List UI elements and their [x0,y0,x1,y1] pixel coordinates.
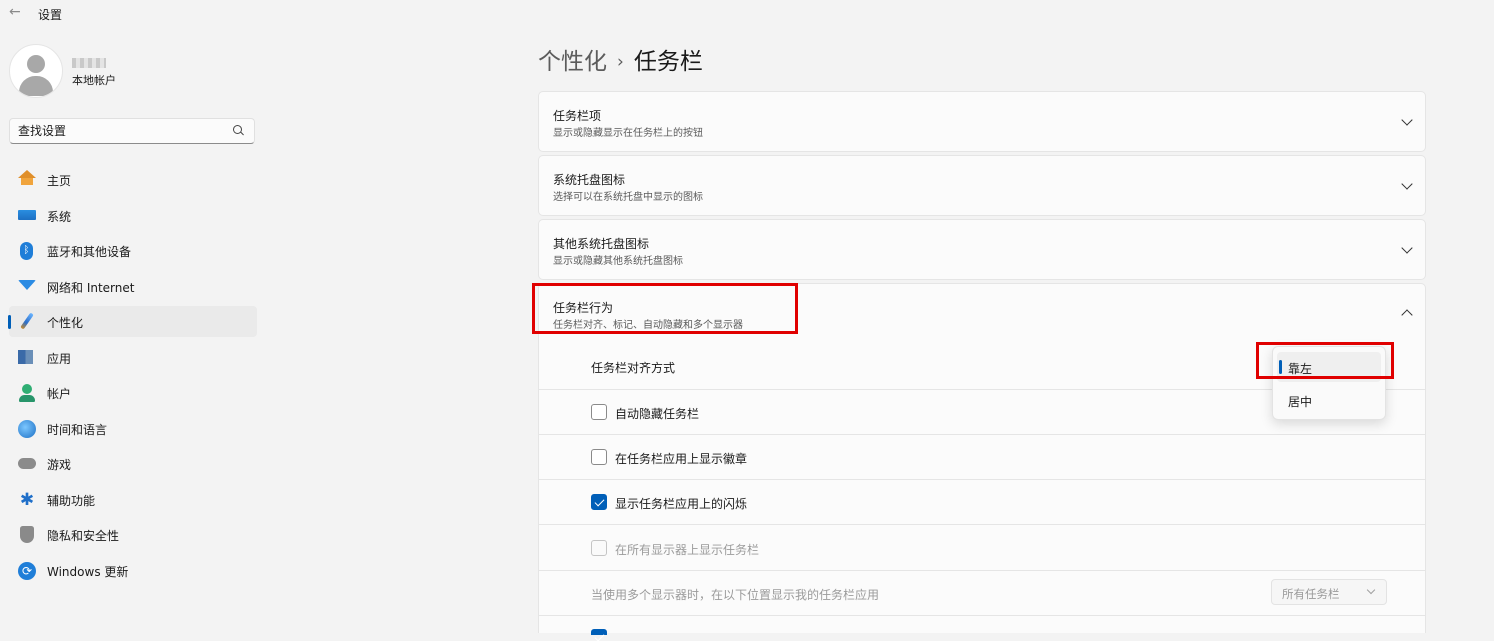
alignment-label: 任务栏对齐方式 [591,361,676,375]
bluetooth-icon: ᛒ [20,242,33,260]
sidebar-nav: 主页 系统 ᛒ 蓝牙和其他设备 网络和 Internet 个性化 应用 帐户 时… [8,164,257,590]
option-label: 靠左 [1288,362,1313,376]
multi-display-label: 当使用多个显示器时，在以下位置显示我的任务栏应用 [591,588,880,602]
all-displays-label: 在所有显示器上显示任务栏 [615,543,760,557]
flashing-label: 显示任务栏应用上的闪烁 [615,497,748,511]
flashing-checkbox[interactable] [591,494,607,510]
chevron-down-icon [1366,585,1376,595]
home-icon [18,170,36,185]
card-taskbar-items[interactable]: 任务栏项 显示或隐藏显示在任务栏上的按钮 [538,91,1426,152]
sidebar-item-label: 蓝牙和其他设备 [47,245,132,259]
sidebar-item-label: Windows 更新 [47,564,129,579]
sidebar-item-label: 帐户 [47,387,72,401]
chevron-up-icon [1401,309,1413,321]
card-system-tray-icons[interactable]: 系统托盘图标 选择可以在系统托盘中显示的图标 [538,155,1426,216]
card-subtitle: 显示或隐藏显示在任务栏上的按钮 [553,128,703,139]
card-other-tray-icons[interactable]: 其他系统托盘图标 显示或隐藏其他系统托盘图标 [538,219,1426,280]
breadcrumb-parent[interactable]: 个性化 [538,49,607,75]
chevron-down-icon [1401,242,1413,254]
sidebar-item-accounts[interactable]: 帐户 [9,377,257,408]
card-title: 任务栏行为 [553,301,614,315]
multi-display-dropdown: 所有任务栏 [1271,579,1387,605]
sidebar-item-privacy[interactable]: 隐私和安全性 [9,519,257,550]
next-row-partial[interactable] [539,615,1425,635]
shield-icon [20,526,34,543]
sidebar-item-label: 辅助功能 [47,493,96,508]
search-input[interactable] [18,122,223,140]
search-box[interactable] [9,118,255,144]
card-title: 任务栏项 [553,109,602,123]
sidebar-item-apps[interactable]: 应用 [9,342,257,373]
alignment-option-left[interactable]: 靠左 [1277,352,1381,382]
system-icon [18,209,36,220]
multi-display-value: 所有任务栏 [1282,587,1340,601]
all-displays-row: 在所有显示器上显示任务栏 [539,524,1425,570]
alignment-option-center[interactable]: 居中 [1277,385,1381,415]
sidebar-item-personalization[interactable]: 个性化 [8,306,257,337]
sidebar-item-label: 应用 [47,351,72,366]
main-content: 个性化 › 任务栏 任务栏项 显示或隐藏显示在任务栏上的按钮 系统托盘图标 选择可以… [538,0,1426,635]
auto-hide-checkbox[interactable] [591,404,607,420]
option-label: 居中 [1288,395,1313,409]
flashing-row[interactable]: 显示任务栏应用上的闪烁 [539,479,1425,524]
sidebar-item-gaming[interactable]: 游戏 [9,448,257,479]
chevron-down-icon [1401,114,1413,126]
brush-icon [20,312,34,330]
account-icon [18,384,36,402]
multi-display-row: 当使用多个显示器时，在以下位置显示我的任务栏应用 所有任务栏 [539,570,1425,615]
card-taskbar-behaviors[interactable]: 任务栏行为 任务栏对齐、标记、自动隐藏和多个显示器 [538,283,1426,344]
active-indicator [8,315,11,329]
user-name-redacted [72,58,106,68]
sidebar-item-system[interactable]: 系统 [9,200,257,231]
sidebar-item-windows-update[interactable]: ⟳ Windows 更新 [9,555,257,586]
sidebar-item-time-language[interactable]: 时间和语言 [9,413,257,444]
sidebar-item-home[interactable]: 主页 [9,164,257,195]
sidebar-item-label: 隐私和安全性 [47,529,120,543]
card-title: 其他系统托盘图标 [553,237,650,251]
card-subtitle: 选择可以在系统托盘中显示的图标 [553,192,703,203]
update-icon: ⟳ [18,561,36,580]
alignment-dropdown-menu[interactable]: 靠左 居中 [1272,346,1386,420]
sidebar-item-label: 主页 [47,174,72,188]
badges-checkbox[interactable] [591,449,607,465]
badges-row[interactable]: 在任务栏应用上显示徽章 [539,434,1425,479]
globe-clock-icon [18,419,36,438]
sidebar-item-label: 系统 [47,209,72,224]
all-displays-checkbox [591,540,607,556]
wifi-icon [18,279,36,290]
breadcrumb: 个性化 › 任务栏 [538,42,703,76]
sidebar-item-label: 个性化 [47,316,84,330]
accessibility-icon: ✱ [19,489,35,510]
sidebar-item-label: 时间和语言 [47,422,108,437]
sidebar-item-accessibility[interactable]: ✱ 辅助功能 [9,484,257,515]
chevron-down-icon [1401,178,1413,190]
sidebar-item-label: 网络和 Internet [47,280,135,295]
badges-label: 在任务栏应用上显示徽章 [615,452,748,466]
account-type: 本地帐户 [72,74,116,87]
card-subtitle: 显示或隐藏其他系统托盘图标 [553,256,683,267]
back-arrow-icon[interactable]: ← [9,4,21,20]
card-subtitle: 任务栏对齐、标记、自动隐藏和多个显示器 [553,320,743,331]
avatar[interactable] [9,44,63,98]
page-title: 任务栏 [633,49,703,75]
search-icon[interactable] [233,125,242,134]
sidebar-item-network[interactable]: 网络和 Internet [9,271,257,302]
auto-hide-label: 自动隐藏任务栏 [615,407,700,421]
next-row-checkbox[interactable] [591,629,607,635]
sidebar-item-label: 游戏 [47,458,72,472]
gamepad-icon [18,458,36,469]
card-title: 系统托盘图标 [553,173,626,187]
window-title: 设置 [38,8,63,22]
chevron-right-icon: › [617,52,624,72]
sidebar-item-bluetooth[interactable]: ᛒ 蓝牙和其他设备 [9,235,257,266]
sidebar: 本地帐户 主页 系统 ᛒ 蓝牙和其他设备 网络和 Internet 个性化 应用 [0,28,270,633]
apps-icon [18,349,33,364]
